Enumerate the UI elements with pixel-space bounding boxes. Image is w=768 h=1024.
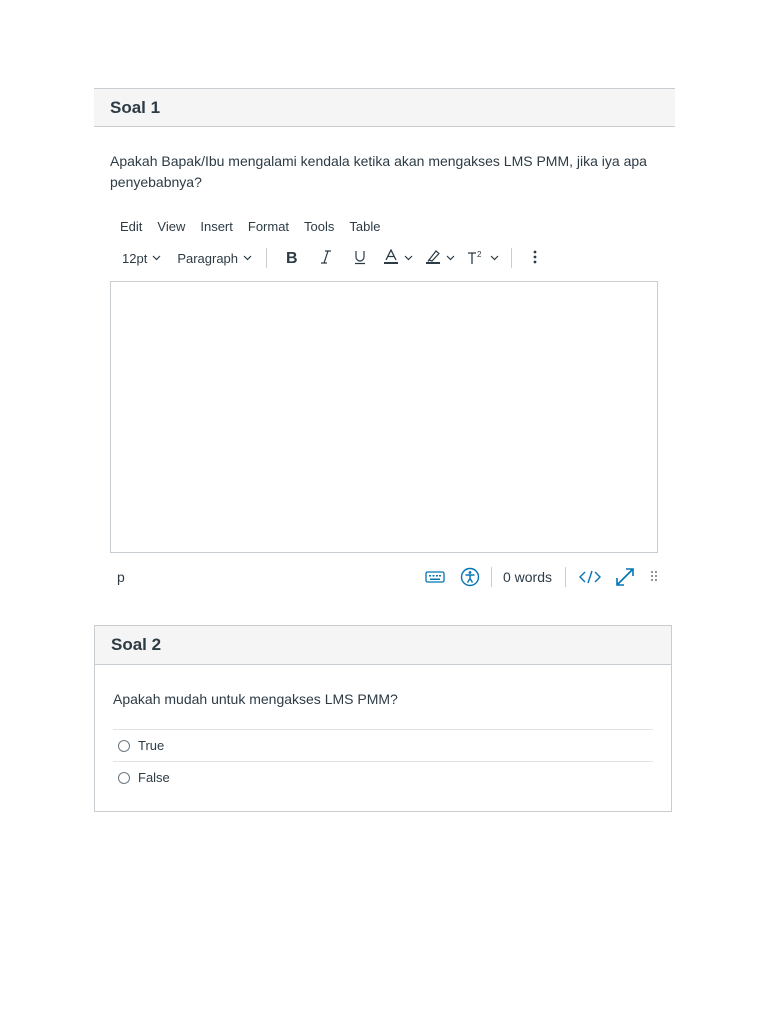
- svg-text:2: 2: [477, 250, 482, 259]
- chevron-down-icon: [490, 255, 499, 261]
- radio-button[interactable]: [118, 739, 130, 752]
- question-2-header: Soal 2: [95, 626, 671, 665]
- question-1-header: Soal 1: [94, 88, 675, 127]
- menu-format[interactable]: Format: [248, 219, 289, 234]
- question-1: Soal 1 Apakah Bapak/Ibu mengalami kendal…: [94, 88, 675, 601]
- keyboard-shortcuts-icon[interactable]: [425, 570, 445, 584]
- chevron-down-icon: [404, 255, 413, 261]
- menu-tools[interactable]: Tools: [304, 219, 334, 234]
- word-count: 0 words: [502, 569, 552, 585]
- html-editor-icon[interactable]: [579, 570, 601, 584]
- question-1-text: Apakah Bapak/Ibu mengalami kendala ketik…: [110, 153, 647, 190]
- answer-option-true[interactable]: True: [113, 729, 653, 761]
- rich-text-editor-area[interactable]: [110, 281, 658, 553]
- menu-insert[interactable]: Insert: [200, 219, 233, 234]
- superscript-icon: 2: [467, 249, 485, 268]
- editor-toolbar: 12pt Paragraph B 2: [122, 246, 675, 270]
- resize-handle-icon[interactable]: [650, 570, 658, 584]
- svg-text:B: B: [286, 250, 298, 265]
- underline-button[interactable]: [349, 247, 371, 269]
- radio-button[interactable]: [118, 771, 130, 784]
- text-color-button[interactable]: [383, 248, 413, 268]
- chevron-down-icon: [152, 255, 161, 261]
- bold-icon: B: [284, 249, 300, 268]
- statusbar-divider: [490, 567, 492, 587]
- text-color-icon: [383, 248, 399, 268]
- block-format-value: Paragraph: [177, 250, 239, 266]
- highlighter-icon: [425, 249, 441, 268]
- underline-icon: [352, 249, 368, 268]
- font-size-value: 12pt: [122, 250, 148, 266]
- element-path[interactable]: p: [117, 569, 425, 585]
- chevron-down-icon: [446, 255, 455, 261]
- menu-table[interactable]: Table: [349, 219, 380, 234]
- editor-menubar: Edit View Insert Format Tools Table: [120, 219, 675, 234]
- toolbar-divider: [266, 248, 268, 268]
- answer-label: True: [138, 738, 165, 753]
- italic-icon: [318, 249, 334, 268]
- answer-option-false[interactable]: False: [113, 761, 653, 793]
- question-2: Soal 2 Apakah mudah untuk mengakses LMS …: [94, 625, 672, 812]
- italic-button[interactable]: [315, 247, 337, 269]
- answer-label: False: [138, 770, 170, 785]
- highlight-color-button[interactable]: [425, 249, 455, 268]
- vertical-ellipsis-icon: [533, 250, 537, 267]
- statusbar-divider: [565, 567, 566, 587]
- question-1-title: Soal 1: [110, 97, 161, 117]
- menu-edit[interactable]: Edit: [120, 219, 142, 234]
- answer-list: True False: [113, 729, 653, 793]
- menu-view[interactable]: View: [157, 219, 185, 234]
- block-format-dropdown[interactable]: Paragraph: [177, 251, 252, 266]
- accessibility-checker-icon[interactable]: [460, 567, 480, 587]
- fullscreen-icon[interactable]: [614, 566, 636, 588]
- chevron-down-icon: [243, 255, 252, 261]
- superscript-button[interactable]: 2: [467, 249, 499, 268]
- font-size-dropdown[interactable]: 12pt: [122, 251, 161, 266]
- question-2-title: Soal 2: [111, 635, 162, 654]
- toolbar-divider: [511, 248, 513, 268]
- bold-button[interactable]: B: [281, 247, 303, 269]
- more-options-button[interactable]: [524, 247, 546, 269]
- editor-statusbar: p 0 words: [110, 553, 658, 601]
- question-2-text: Apakah mudah untuk mengakses LMS PMM?: [113, 691, 398, 707]
